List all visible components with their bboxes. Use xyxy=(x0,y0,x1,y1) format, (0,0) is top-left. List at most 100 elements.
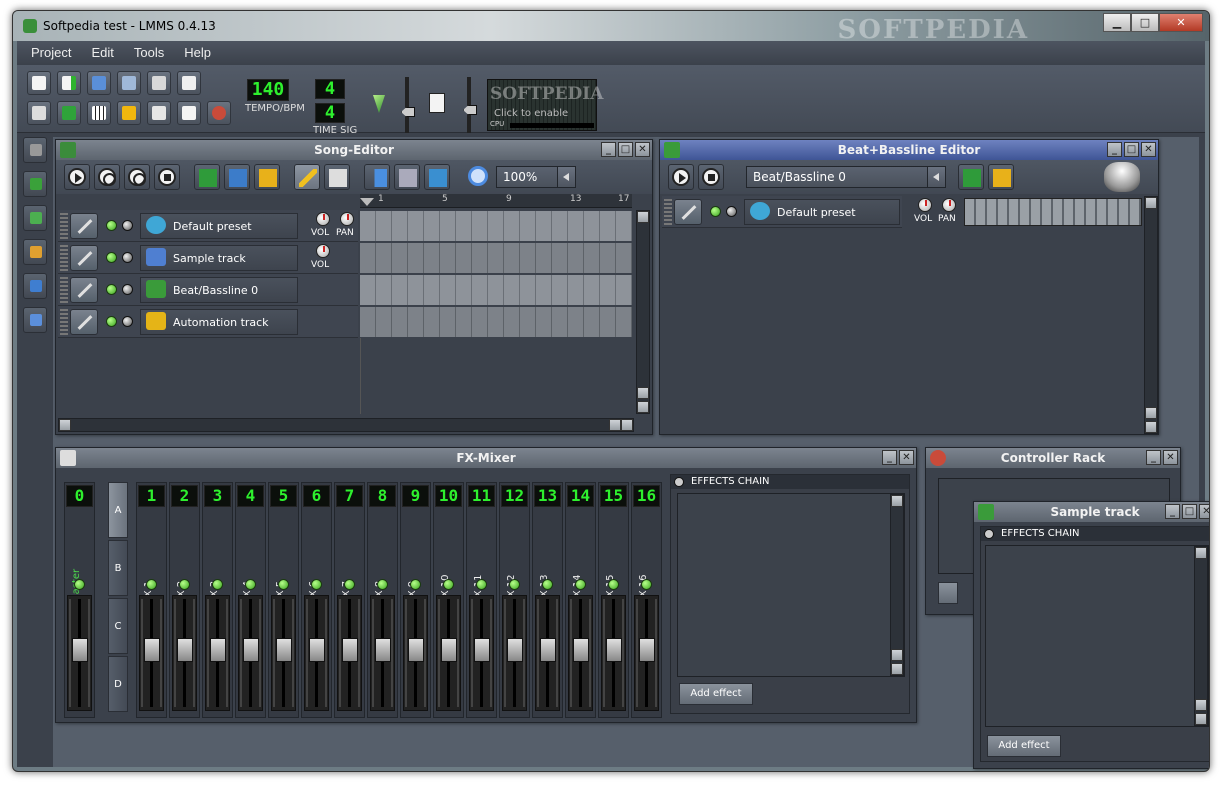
my-projects-button[interactable] xyxy=(23,171,47,197)
recent-projects-button[interactable] xyxy=(117,71,141,95)
whats-this-button[interactable] xyxy=(27,101,51,125)
mute-led[interactable] xyxy=(106,252,117,263)
fx-channel[interactable]: 7 FX 7 xyxy=(334,482,365,718)
channel-fader[interactable] xyxy=(370,595,395,711)
add-sample-track-button[interactable] xyxy=(224,164,250,190)
timesig-denominator[interactable]: 4 xyxy=(315,103,345,123)
timesig-numerator[interactable]: 4 xyxy=(315,79,345,99)
fader-handle[interactable] xyxy=(441,638,457,662)
cpu-graph[interactable]: SOFTPEDIA Click to enable CPU xyxy=(487,79,603,131)
add-effect-button[interactable]: Add effect xyxy=(987,735,1061,757)
title-bar[interactable]: Softpedia test - LMMS 0.4.13 SOFTPEDIA ▁… xyxy=(13,11,1209,45)
channel-mute-led[interactable] xyxy=(74,579,85,590)
bb-editor-maximize[interactable]: □ xyxy=(1124,142,1139,157)
edit-mode-button[interactable] xyxy=(324,164,350,190)
song-horizontal-scrollbar[interactable] xyxy=(58,418,634,432)
track-grip[interactable] xyxy=(60,245,68,271)
minimize-button[interactable]: ▁ xyxy=(1103,13,1131,32)
timeline-ruler[interactable]: 1 5 9 13 17 xyxy=(360,194,632,208)
open-project-button[interactable] xyxy=(87,71,111,95)
sample-track-minimize[interactable]: _ xyxy=(1165,504,1180,519)
channel-mute-led[interactable] xyxy=(245,579,256,590)
fx-channel[interactable]: 11FX 11 xyxy=(466,482,497,718)
mute-led[interactable] xyxy=(710,206,721,217)
fx-mixer-minimize[interactable]: _ xyxy=(882,450,897,465)
add-bb-track-button[interactable] xyxy=(194,164,220,190)
autoscroll-button[interactable] xyxy=(364,164,390,190)
channel-mute-led[interactable] xyxy=(146,579,157,590)
track-grip[interactable] xyxy=(664,199,672,225)
mute-led[interactable] xyxy=(106,316,117,327)
channel-fader[interactable] xyxy=(67,595,92,711)
bank-tab-a[interactable]: A xyxy=(108,482,128,538)
fader-handle[interactable] xyxy=(210,638,226,662)
channel-mute-led[interactable] xyxy=(575,579,586,590)
scroll-up-arrow-2[interactable] xyxy=(637,387,649,399)
fader-handle[interactable] xyxy=(507,638,523,662)
my-presets-button[interactable] xyxy=(23,239,47,265)
bank-tab-d[interactable]: D xyxy=(108,656,128,712)
master-volume-slider[interactable] xyxy=(405,77,409,133)
channel-mute-led[interactable] xyxy=(377,579,388,590)
mute-led[interactable] xyxy=(106,284,117,295)
scroll-down-arrow[interactable] xyxy=(1195,713,1207,725)
fx-channel[interactable]: 5 FX 5 xyxy=(268,482,299,718)
channel-mute-led[interactable] xyxy=(344,579,355,590)
channel-fader[interactable] xyxy=(568,595,593,711)
track-grip[interactable] xyxy=(60,277,68,303)
fx-channel[interactable]: 3 FX 3 xyxy=(202,482,233,718)
track-pattern-area[interactable] xyxy=(360,307,632,337)
fx-channel[interactable]: 4 FX 4 xyxy=(235,482,266,718)
tempo-display[interactable]: 140 xyxy=(247,79,289,101)
fader-handle[interactable] xyxy=(639,638,655,662)
channel-mute-led[interactable] xyxy=(212,579,223,590)
fader-handle[interactable] xyxy=(243,638,259,662)
fader-handle[interactable] xyxy=(408,638,424,662)
fx-channel[interactable]: 6 FX 6 xyxy=(301,482,332,718)
channel-mute-led[interactable] xyxy=(179,579,190,590)
scroll-down-arrow[interactable] xyxy=(1145,421,1157,433)
fader-handle[interactable] xyxy=(573,638,589,662)
track-grip[interactable] xyxy=(60,309,68,335)
my-samples-button[interactable] xyxy=(23,205,47,231)
fx-channel-master[interactable]: 0 Master xyxy=(64,482,95,718)
instrument-plugins-button[interactable] xyxy=(23,137,47,163)
controller-rack-titlebar[interactable]: Controller Rack _ ✕ xyxy=(926,448,1180,468)
sample-track-maximize[interactable]: □ xyxy=(1182,504,1197,519)
bank-tab-b[interactable]: B xyxy=(108,540,128,596)
fader-handle[interactable] xyxy=(474,638,490,662)
fx-channel[interactable]: 9 FX 9 xyxy=(400,482,431,718)
channel-mute-led[interactable] xyxy=(509,579,520,590)
fader-handle[interactable] xyxy=(606,638,622,662)
scroll-up-arrow[interactable] xyxy=(891,495,903,507)
fader-handle[interactable] xyxy=(540,638,556,662)
controller-rack-minimize[interactable]: _ xyxy=(1146,450,1161,465)
pan-knob[interactable] xyxy=(340,212,354,226)
scroll-left-arrow[interactable] xyxy=(59,419,71,431)
song-editor-minimize[interactable]: _ xyxy=(601,142,616,157)
bb-track-combo[interactable]: Beat/Bassline 0 xyxy=(746,166,946,188)
track-actions-button[interactable] xyxy=(674,199,702,225)
track-actions-button[interactable] xyxy=(70,309,98,335)
fader-handle[interactable] xyxy=(276,638,292,662)
solo-led[interactable] xyxy=(726,206,737,217)
scroll-up-arrow-2[interactable] xyxy=(1195,699,1207,711)
maximize-button[interactable]: □ xyxy=(1131,13,1159,32)
my-home-button[interactable] xyxy=(23,273,47,299)
effects-scrollbar[interactable] xyxy=(1194,546,1208,726)
fader-handle[interactable] xyxy=(342,638,358,662)
vol-knob[interactable] xyxy=(316,244,330,258)
bb-editor-close[interactable]: ✕ xyxy=(1141,142,1156,157)
track-actions-button[interactable] xyxy=(70,277,98,303)
channel-mute-led[interactable] xyxy=(641,579,652,590)
add-automation-button[interactable] xyxy=(988,164,1014,190)
mute-led[interactable] xyxy=(106,220,117,231)
loop-points-button[interactable] xyxy=(394,164,420,190)
scroll-down-arrow[interactable] xyxy=(637,401,649,413)
add-beat-bassline-button[interactable] xyxy=(958,164,984,190)
play-song-button[interactable] xyxy=(64,164,90,190)
record-button[interactable] xyxy=(94,164,120,190)
stop-song-button[interactable] xyxy=(154,164,180,190)
scroll-up-arrow[interactable] xyxy=(1195,547,1207,559)
scroll-right-arrow[interactable] xyxy=(621,419,633,431)
